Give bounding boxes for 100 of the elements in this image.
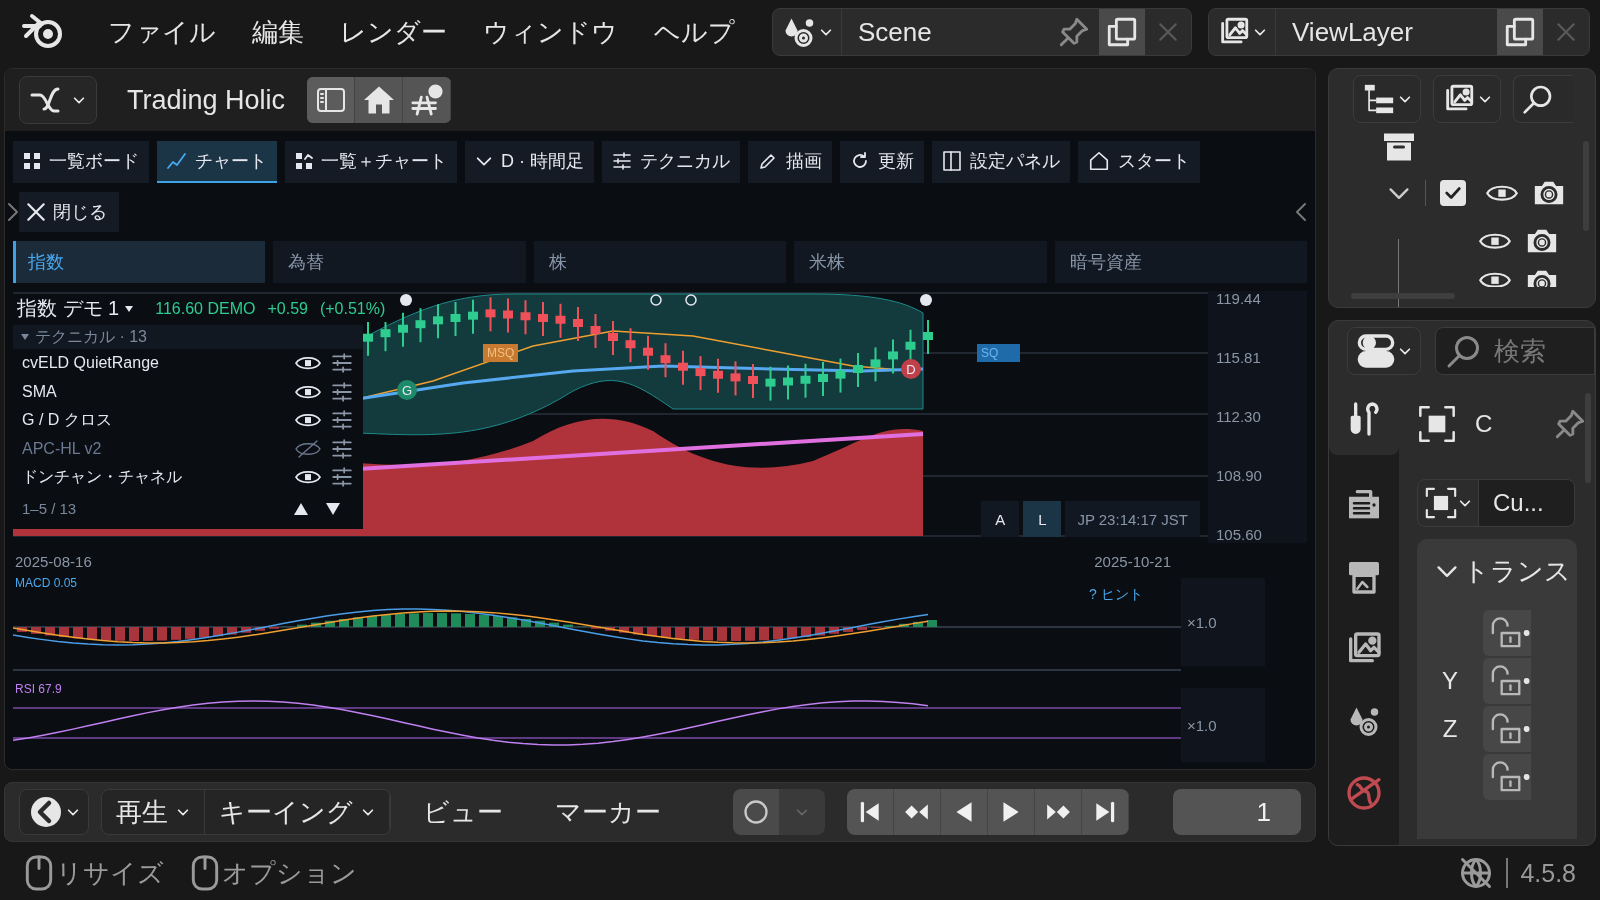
macd-label: MACD 0.05	[15, 576, 78, 590]
editor-type-button[interactable]	[19, 789, 89, 835]
toolbar-button[interactable]: 描画	[748, 141, 832, 183]
candlestick	[608, 320, 618, 356]
display-mode-button[interactable]	[1353, 75, 1421, 123]
checkbox[interactable]	[1440, 180, 1466, 206]
sidebar-icon	[315, 87, 346, 113]
indicator-name[interactable]: APC-HL v2	[22, 439, 295, 458]
hint-link[interactable]: ? ヒント	[1089, 586, 1143, 604]
record-icon	[742, 798, 770, 826]
candlestick	[783, 364, 793, 401]
category-tab[interactable]: 株	[533, 241, 787, 283]
home-icon	[1088, 150, 1110, 172]
lock-toggle[interactable]	[1483, 658, 1531, 704]
close-icon	[1555, 21, 1577, 43]
toolbar-button[interactable]: D · 時間足	[465, 141, 594, 183]
toolbar-button[interactable]: 更新	[840, 141, 924, 183]
lock-toggle[interactable]	[1483, 610, 1531, 656]
candlestick	[835, 357, 846, 394]
timeline-menu[interactable]: キーイング	[205, 790, 390, 834]
timeline-menu[interactable]: ビュー	[403, 794, 523, 830]
search-field[interactable]: 検索	[1435, 327, 1595, 375]
visibility-toggle[interactable]	[295, 439, 321, 458]
candlestick	[468, 298, 478, 335]
candlestick	[625, 327, 636, 364]
indicator-settings-button[interactable]	[331, 352, 353, 375]
object-name: C	[1475, 410, 1494, 438]
indicator-settings-button[interactable]	[331, 409, 353, 432]
candlestick	[363, 320, 373, 357]
editor-type-button[interactable]	[19, 76, 97, 124]
menu-item[interactable]: 編集	[234, 14, 322, 50]
signal-dot	[400, 294, 412, 306]
toolbar-button[interactable]: 一覧ボード	[13, 141, 149, 183]
menu-item[interactable]: ヘルプ	[636, 14, 753, 50]
market-clock: JP 23:14:17 JST	[1065, 501, 1200, 537]
triangle-icon	[125, 304, 134, 313]
timeline-menu[interactable]: マーカー	[535, 794, 681, 830]
pin-icon	[1553, 407, 1587, 441]
indicator-name[interactable]: cvELD QuietRange	[22, 354, 295, 373]
category-tab[interactable]: 指数	[13, 241, 266, 283]
version-label: 4.5.8	[1520, 858, 1576, 888]
candlestick	[923, 319, 933, 355]
down-triangle-icon[interactable]	[325, 501, 341, 516]
close-button[interactable]: 閉じる	[19, 192, 119, 232]
view-layer-selector[interactable]: ViewLayer	[1208, 8, 1590, 56]
up-triangle-icon[interactable]	[293, 501, 309, 516]
candlestick	[485, 296, 496, 333]
status-hint: リサイズ	[56, 856, 164, 890]
object-frame-icon	[1417, 404, 1457, 444]
toolbar-button[interactable]: スタート	[1078, 141, 1200, 183]
status-hint: オプション	[222, 856, 357, 890]
record-button[interactable]	[733, 789, 779, 835]
sliders-icon	[331, 380, 353, 403]
mode-button[interactable]: A	[981, 501, 1020, 537]
candlestick	[730, 360, 741, 397]
lock-toggle[interactable]	[1483, 706, 1531, 752]
date-label: 2025-10-21	[1094, 553, 1171, 570]
refresh-icon	[850, 151, 870, 171]
symbol-name[interactable]: 指数 デモ 1	[17, 295, 120, 322]
search-button[interactable]	[1513, 75, 1573, 123]
category-tab[interactable]: 米株	[794, 241, 1047, 283]
menu-item[interactable]: ウィンドウ	[465, 14, 636, 50]
menu-item[interactable]: レンダー	[322, 14, 465, 50]
sidebar-toggle-button[interactable]	[307, 77, 356, 123]
new-scene-button[interactable]	[1099, 9, 1145, 55]
filter-button[interactable]	[1433, 75, 1501, 123]
mouse-icon	[24, 854, 54, 892]
scene-selector[interactable]: Scene	[772, 8, 1192, 56]
search-icon	[1522, 83, 1554, 115]
tree-list-icon	[1362, 82, 1396, 116]
toolbar-button[interactable]: チャート	[157, 141, 277, 183]
indicator-name[interactable]: G / D クロス	[22, 409, 295, 431]
lock-toggle[interactable]	[1483, 754, 1531, 800]
view-layer-name[interactable]: ViewLayer	[1276, 16, 1429, 48]
indicator-name[interactable]: ドンチャン・チャネル	[22, 466, 295, 488]
timeline-menu[interactable]: 再生	[102, 790, 205, 834]
scene-name[interactable]: Scene	[842, 16, 948, 48]
toolbar-button[interactable]: テクニカル	[602, 141, 740, 183]
toolbar-button[interactable]: 設定パネル	[932, 141, 1070, 183]
grid-icon	[23, 152, 41, 170]
panel-header[interactable]: トランス	[1417, 549, 1571, 593]
price-axis-label: 115.81	[1216, 350, 1262, 366]
editor-type-button[interactable]	[1347, 327, 1421, 375]
toolbar-button[interactable]: 一覧＋チャート	[285, 141, 457, 183]
sliders-icon	[331, 466, 353, 489]
search-icon	[1446, 333, 1482, 369]
search-input[interactable]: 検索	[1494, 335, 1564, 367]
indicator-settings-button[interactable]	[331, 466, 353, 489]
candlestick	[660, 342, 671, 379]
indicator-name[interactable]: SMA	[22, 382, 295, 401]
indicator-settings-button[interactable]	[331, 437, 353, 460]
menu-item[interactable]: ファイル	[90, 14, 234, 50]
chevron-left-icon	[1295, 201, 1307, 223]
candlestick	[695, 355, 706, 392]
mode-button[interactable]: L	[1023, 501, 1062, 537]
category-tab[interactable]: 為替	[273, 241, 526, 283]
frame-field[interactable]: 1	[1173, 789, 1301, 835]
new-view-layer-button[interactable]	[1497, 9, 1543, 55]
category-tab[interactable]: 暗号資産	[1054, 241, 1307, 283]
indicator-settings-button[interactable]	[331, 380, 353, 403]
